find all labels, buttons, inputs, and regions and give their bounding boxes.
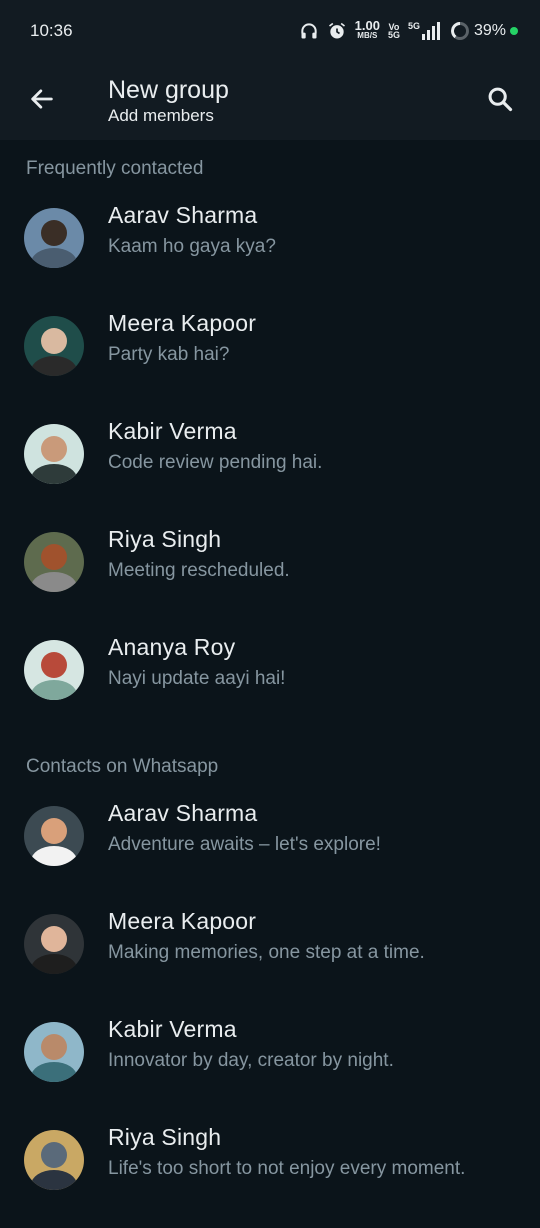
contact-text: Kabir Verma Innovator by day, creator by … (108, 1012, 488, 1076)
avatar[interactable] (24, 640, 84, 700)
contact-text: Ananya Roy Nayi update aayi hai! (108, 630, 488, 694)
contact-row[interactable]: Ananya Roy Nayi update aayi hai! (0, 630, 540, 738)
contact-row[interactable]: Meera Kapoor Making memories, one step at… (0, 904, 540, 1012)
contact-text: Meera Kapoor Making memories, one step at… (108, 904, 488, 968)
contact-about: Life's too short to not enjoy every mome… (108, 1158, 466, 1179)
contact-about: Nayi update aayi hai! (108, 668, 286, 689)
avatar[interactable] (24, 424, 84, 484)
page-subtitle: Add members (108, 106, 214, 125)
contact-text: Riya Singh Meeting rescheduled. (108, 522, 488, 586)
header-titles: New group Add members (84, 75, 460, 127)
contact-text: Kabir Verma Code review pending hai. (108, 414, 488, 478)
contact-about: Code review pending hai. (108, 452, 323, 473)
section-header: Contacts on Whatsapp (26, 756, 219, 777)
contact-name: Kabir Verma (108, 1016, 237, 1042)
contact-name: Aarav Sharma (108, 202, 258, 228)
contact-name: Aarav Sharma (108, 800, 258, 826)
app-bar: New group Add members (0, 62, 540, 140)
contact-name: Riya Singh (108, 1124, 222, 1150)
contact-row[interactable]: Meera Kapoor Party kab hai? (0, 306, 540, 414)
avatar[interactable] (24, 316, 84, 376)
avatar[interactable] (24, 1022, 84, 1082)
contact-row[interactable]: Kabir Verma Code review pending hai. (0, 414, 540, 522)
net-speed-indicator: 1.00 MB/S (354, 18, 380, 40)
contact-text: Aarav Sharma Adventure awaits – let's exp… (108, 796, 488, 860)
contact-text: Riya Singh Life's too short to not enjoy … (108, 1120, 488, 1184)
contact-about: Adventure awaits – let's explore! (108, 834, 381, 855)
arrow-left-icon (28, 85, 56, 118)
avatar[interactable] (24, 914, 84, 974)
status-icons: 1.00 MB/S Vo 5G 5G 39% (299, 18, 518, 41)
contact-name: Ananya Roy (108, 634, 236, 660)
headphones-icon (299, 21, 319, 41)
contact-text: Meera Kapoor Party kab hai? (108, 306, 488, 370)
contact-about: Making memories, one step at a time. (108, 942, 425, 963)
contact-name: Riya Singh (108, 526, 222, 552)
contact-list: Frequently contacted Aarav Sharma Kaam ho … (0, 140, 540, 1228)
search-button[interactable] (460, 62, 540, 140)
contact-row[interactable]: Kabir Verma Innovator by day, creator by … (0, 1012, 540, 1120)
battery-indicator: 39% (450, 21, 518, 41)
contact-about: Innovator by day, creator by night. (108, 1050, 394, 1071)
battery-ring-icon (450, 21, 470, 41)
avatar[interactable] (24, 532, 84, 592)
signal-icon: 5G (408, 22, 442, 40)
contact-about: Kaam ho gaya kya? (108, 236, 276, 257)
contact-row[interactable]: Riya Singh Meeting rescheduled. (0, 522, 540, 630)
avatar[interactable] (24, 1130, 84, 1190)
status-time: 10:36 (30, 21, 73, 40)
privacy-dot-icon (510, 27, 518, 35)
page-title: New group (108, 76, 229, 104)
avatar[interactable] (24, 208, 84, 268)
avatar[interactable] (24, 806, 84, 866)
contact-name: Meera Kapoor (108, 908, 257, 934)
contact-about: Meeting rescheduled. (108, 560, 290, 581)
section-header: Frequently contacted (26, 158, 204, 179)
contact-name: Meera Kapoor (108, 310, 257, 336)
back-button[interactable] (0, 62, 84, 140)
contact-row[interactable]: Aarav Sharma Adventure awaits – let's exp… (0, 796, 540, 904)
volte-indicator: Vo 5G (387, 22, 400, 40)
contact-text: Aarav Sharma Kaam ho gaya kya? (108, 198, 488, 262)
contact-name: Kabir Verma (108, 418, 237, 444)
battery-percent: 39% (473, 22, 506, 39)
search-icon (486, 85, 514, 118)
contact-row[interactable]: Riya Singh Life's too short to not enjoy … (0, 1120, 540, 1228)
alarm-icon (327, 21, 347, 41)
status-bar: 10:36 1.00 MB/S Vo 5G 5G 39% (0, 0, 540, 62)
contact-about: Party kab hai? (108, 344, 230, 365)
contact-row[interactable]: Aarav Sharma Kaam ho gaya kya? (0, 198, 540, 306)
